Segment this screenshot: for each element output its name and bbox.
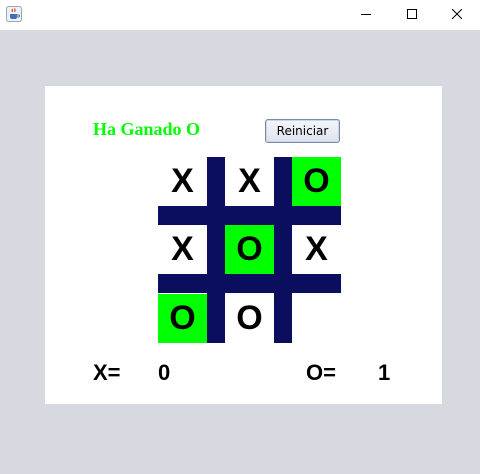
close-icon [452, 9, 462, 19]
board-cell-7[interactable]: O [158, 294, 207, 343]
java-coffee-cup-icon [6, 6, 22, 22]
board-cell-2[interactable]: X [225, 157, 274, 206]
maximize-button[interactable] [389, 0, 435, 30]
restart-button[interactable]: Reiniciar [265, 119, 340, 143]
game-status-label: Ha Ganado O [93, 119, 201, 139]
board-cell-8[interactable]: O [225, 294, 274, 343]
grid-line-vertical-1 [207, 157, 225, 343]
board-cell-6[interactable]: X [292, 225, 341, 274]
board-cell-3[interactable]: O [292, 157, 341, 206]
board-cell-1[interactable]: X [158, 157, 207, 206]
title-bar [0, 0, 480, 30]
board-cell-5[interactable]: O [225, 225, 274, 274]
grid-line-horizontal-2 [158, 274, 341, 293]
board-cell-9[interactable] [292, 294, 341, 343]
x-score-value: 0 [158, 360, 171, 385]
o-score-label: O= [306, 360, 336, 385]
grid-line-vertical-2 [274, 157, 292, 343]
close-button[interactable] [434, 0, 480, 30]
minimize-icon [361, 14, 371, 15]
o-score-value: 1 [378, 360, 391, 385]
x-score-label: X= [93, 360, 121, 385]
maximize-icon [407, 9, 417, 19]
tic-tac-toe-board: X X O X O X O O [158, 157, 341, 343]
board-cell-4[interactable]: X [158, 225, 207, 274]
grid-line-horizontal-1 [158, 206, 341, 225]
minimize-button[interactable] [343, 0, 389, 30]
